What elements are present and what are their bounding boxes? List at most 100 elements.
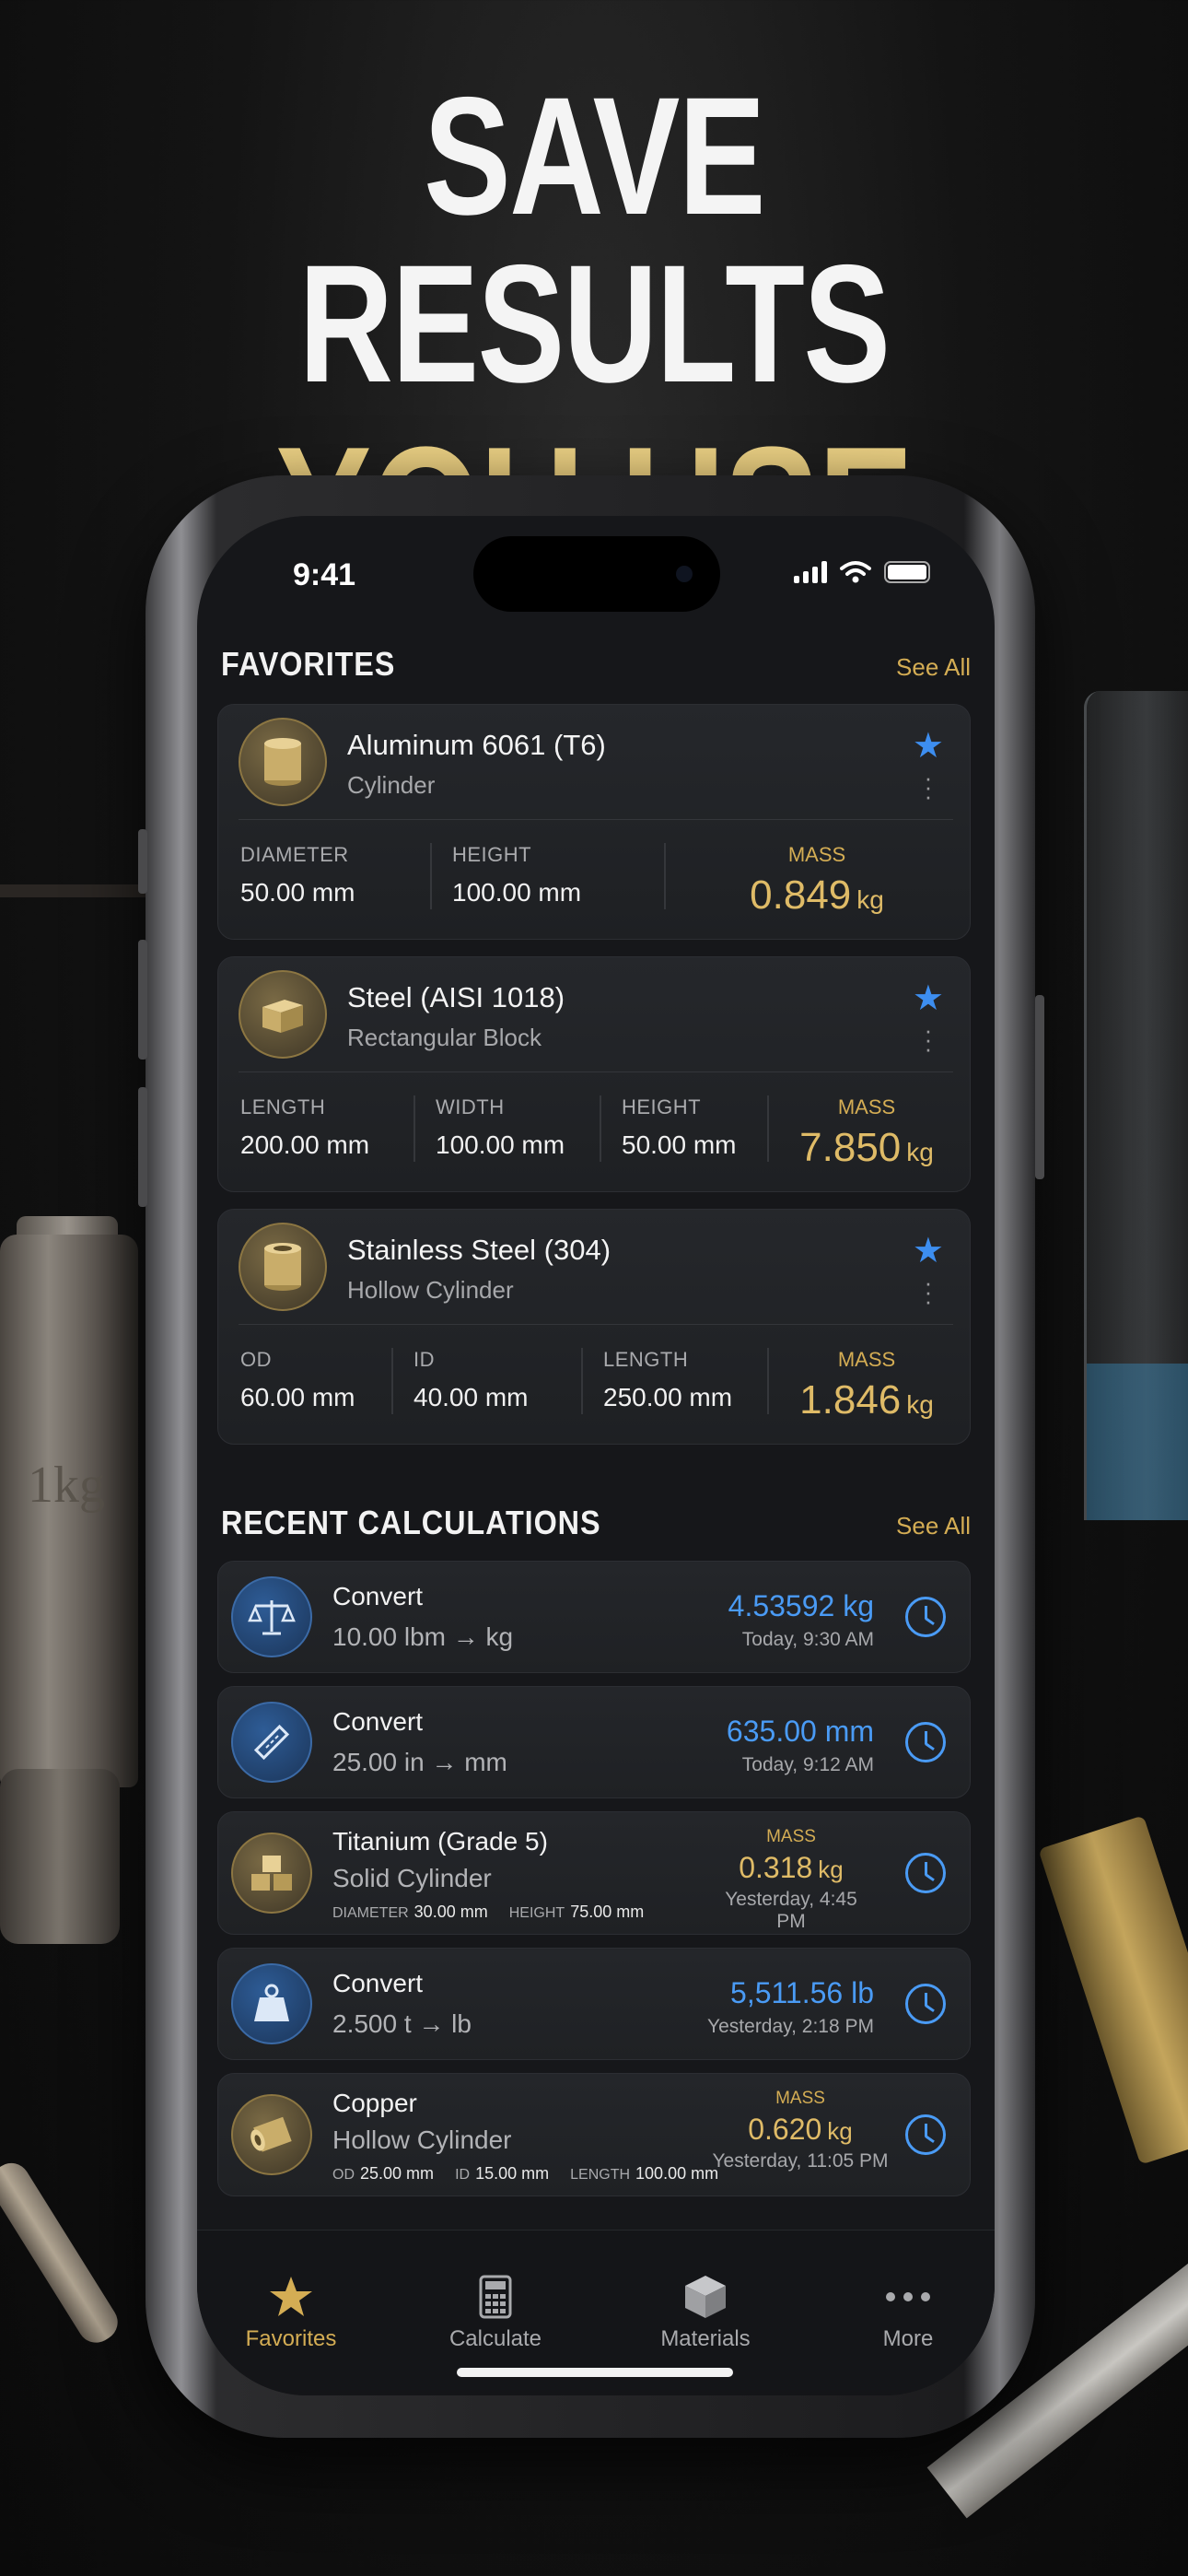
mass-unit: kg — [906, 1390, 934, 1419]
ellipsis-icon — [834, 2273, 982, 2321]
more-options-icon[interactable]: · · · — [924, 1270, 933, 1313]
phone-power-button — [1035, 995, 1044, 1179]
recent-row[interactable]: Convert 2.500 t → lb 5,511.56 lb Yesterd… — [217, 1948, 971, 2060]
dimension-label: LENGTH — [570, 2167, 631, 2183]
mass-number: 0.318 — [739, 1851, 813, 1884]
clock-icon[interactable] — [905, 1984, 946, 2024]
clock-icon[interactable] — [905, 1597, 946, 1637]
background-nut — [0, 1769, 120, 1944]
more-options-icon[interactable]: · · · — [924, 766, 933, 808]
status-time: 9:41 — [293, 557, 356, 592]
divider — [239, 819, 953, 820]
favorite-card[interactable]: Stainless Steel (304) Hollow Cylinder ★ … — [217, 1209, 971, 1445]
recent-row[interactable]: Convert 10.00 lbm → kg 4.53592 kg Today,… — [217, 1561, 971, 1673]
mass-value: 7.850 kg — [784, 1125, 949, 1171]
favorite-card[interactable]: Aluminum 6061 (T6) Cylinder ★ · · · DIAMET… — [217, 704, 971, 940]
mass-label: MASS — [837, 1348, 896, 1371]
dynamic-island — [473, 536, 720, 612]
tab-favorites[interactable]: Favorites — [217, 2273, 365, 2352]
dimension-width: WIDTH 100.00 mm — [436, 1095, 565, 1160]
cubes-icon — [231, 1832, 312, 1914]
mass-result: MASS 0.849 kg — [734, 843, 900, 919]
weight-icon — [231, 1963, 312, 2044]
favorites-header: FAVORITES See All — [221, 645, 971, 684]
tab-label: More — [882, 2326, 934, 2351]
cylinder-icon — [239, 718, 327, 806]
dimension-value: 250.00 mm — [603, 1383, 733, 1411]
mass-unit: kg — [856, 885, 884, 914]
star-icon[interactable]: ★ — [913, 725, 944, 767]
scale-icon — [231, 1576, 312, 1657]
dimension-value: 50.00 mm — [240, 878, 355, 907]
divider — [767, 1095, 769, 1162]
dimension-value: 200.00 mm — [240, 1130, 370, 1159]
mass-unit: kg — [906, 1138, 934, 1166]
tab-label: Materials — [660, 2326, 751, 2351]
recent-subtitle: Solid Cylinder — [332, 1864, 492, 1892]
clock-icon[interactable] — [905, 2114, 946, 2155]
recent-title: Convert — [332, 1582, 424, 1610]
recent-subtitle: 25.00 in → mm — [332, 1748, 507, 1776]
recent-subtitle: 10.00 lbm → kg — [332, 1622, 514, 1651]
tab-calculate[interactable]: Calculate — [422, 2273, 569, 2352]
result-time: Yesterday, 4:45 PM — [725, 1889, 857, 1932]
clock-icon[interactable] — [905, 1853, 946, 1893]
tab-materials[interactable]: Materials — [632, 2273, 779, 2352]
recent-row[interactable]: Titanium (Grade 5) Solid Cylinder DIAMET… — [217, 1811, 971, 1935]
favorite-card[interactable]: Steel (AISI 1018) Rectangular Block ★ · ·… — [217, 956, 971, 1192]
mass-unit: kg — [827, 2117, 853, 2145]
wifi-icon — [840, 561, 871, 583]
divider — [413, 1095, 415, 1162]
dimension-label: DIAMETER — [240, 843, 349, 866]
divider — [391, 1348, 393, 1414]
divider — [430, 843, 432, 909]
home-indicator[interactable] — [457, 2368, 733, 2377]
result-value: 635.00 mm — [726, 1715, 874, 1748]
hollow-cylinder-icon — [239, 1223, 327, 1311]
calculator-icon — [422, 2273, 569, 2321]
mass-result: MASS 7.850 kg — [784, 1095, 949, 1171]
more-options-icon[interactable]: · · · — [924, 1018, 933, 1060]
recent-row[interactable]: Convert 25.00 in → mm 635.00 mm Today, 9… — [217, 1686, 971, 1798]
tab-more[interactable]: More — [834, 2273, 982, 2352]
divider — [600, 1095, 601, 1162]
star-icon[interactable]: ★ — [913, 1230, 944, 1271]
favorites-title: FAVORITES — [221, 645, 396, 683]
recent-subtitle: 2.500 t → lb — [332, 2009, 472, 2038]
mass-value: 1.846 kg — [784, 1377, 949, 1423]
divider — [581, 1348, 583, 1414]
star-icon — [217, 2273, 365, 2321]
favorites-see-all-link[interactable]: See All — [896, 653, 971, 682]
favorite-name: Stainless Steel (304) — [347, 1234, 611, 1266]
dimension-diameter: DIAMETER 50.00 mm — [240, 843, 355, 907]
favorite-name: Aluminum 6061 (T6) — [347, 729, 606, 761]
result-value: 0.620 kg — [708, 2113, 892, 2147]
dimension-value: 75.00 mm — [570, 1903, 645, 1921]
mass-number: 1.846 — [799, 1377, 902, 1423]
app-screen: 9:41 FAVORITES See All Aluminum 6061 (T6… — [197, 516, 995, 2395]
mass-value: 0.849 kg — [734, 872, 900, 919]
recent-dimensions: DIAMETER 30.00 mm HEIGHT 75.00 mm — [332, 1903, 660, 1922]
dimension-label: ID — [413, 1348, 435, 1371]
background-caliper — [1038, 1815, 1188, 2165]
dimension-label: HEIGHT — [622, 1095, 702, 1118]
dimension-length: LENGTH 200.00 mm — [240, 1095, 369, 1160]
background-flask-liquid — [1087, 1364, 1188, 1520]
dimension-height: HEIGHT 50.00 mm — [622, 1095, 737, 1160]
mass-number: 7.850 — [799, 1125, 902, 1170]
dimension-value: 100.00 mm — [452, 878, 582, 907]
headline-line-1: SAVE RESULTS — [298, 62, 891, 417]
star-icon[interactable]: ★ — [913, 978, 944, 1019]
clock-icon[interactable] — [905, 1722, 946, 1762]
dimension-value: 25.00 mm — [360, 2164, 435, 2183]
recent-row[interactable]: Copper Hollow Cylinder OD 25.00 mm ID 15.0… — [217, 2073, 971, 2196]
cube-icon — [632, 2273, 779, 2321]
mass-label: MASS — [787, 843, 846, 866]
recent-see-all-link[interactable]: See All — [896, 1512, 971, 1540]
tab-label: Favorites — [245, 2326, 337, 2351]
dimension-id: ID 40.00 mm — [413, 1348, 529, 1412]
result-time: Today, 9:12 AM — [741, 1754, 874, 1775]
divider — [239, 1071, 953, 1072]
tube-icon — [231, 2094, 312, 2175]
recent-result: 635.00 mm Today, 9:12 AM — [727, 1715, 874, 1776]
